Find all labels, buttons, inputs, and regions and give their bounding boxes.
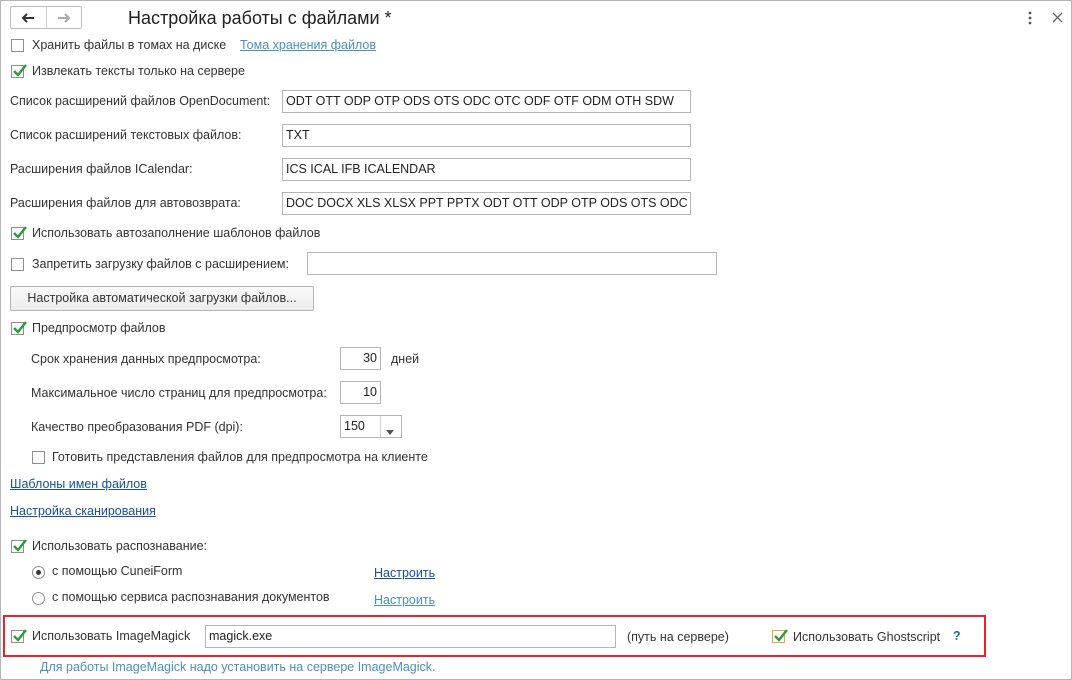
checkmark-icon — [774, 629, 788, 642]
page-title: Настройка работы с файлами * — [128, 8, 392, 28]
arrow-right-icon — [57, 12, 71, 23]
checkmark-icon — [13, 64, 27, 77]
preview-label: Предпросмотр файлов — [32, 321, 166, 335]
close-icon — [1052, 12, 1063, 23]
ical-ext-label: Расширения файлов ICalendar: — [10, 162, 193, 176]
retention-input[interactable]: 30 — [340, 347, 381, 370]
name-templates-link[interactable]: Шаблоны имен файлов — [10, 477, 147, 491]
server-path-note: (путь на сервере) — [627, 630, 729, 644]
volumes-link[interactable]: Тома хранения файлов — [240, 38, 376, 52]
autoreturn-ext-label: Расширения файлов для автовозврата: — [10, 196, 241, 210]
radio-dot — [36, 570, 41, 575]
max-pages-input[interactable]: 10 — [340, 381, 381, 404]
text-ext-input[interactable]: TXT — [282, 124, 691, 147]
text-ext-label: Список расширений текстовых файлов: — [10, 128, 242, 142]
checkmark-icon — [13, 629, 27, 642]
autofill-templates-label: Использовать автозаполнение шаблонов фай… — [32, 226, 321, 240]
auto-upload-settings-button[interactable]: Настройка автоматической загрузки файлов… — [10, 286, 314, 311]
service-configure-link[interactable]: Настроить — [374, 593, 435, 607]
extract-text-label: Извлекать тексты только на сервере — [32, 64, 245, 78]
ghostscript-label: Использовать Ghostscript — [793, 630, 941, 644]
help-icon[interactable]: ? — [953, 629, 961, 643]
imagemagick-label: Использовать ImageMagick — [32, 629, 191, 643]
pdf-quality-label: Качество преобразования PDF (dpi): — [31, 420, 243, 434]
preview-checkbox[interactable] — [11, 321, 27, 335]
od-ext-input[interactable]: ODT OTT ODP OTP ODS OTS ODC OTC ODF OTF … — [282, 90, 691, 113]
more-vertical-icon — [1028, 11, 1032, 25]
ghostscript-checkbox[interactable] — [772, 629, 788, 643]
service-label: с помощью сервиса распознавания документ… — [52, 590, 330, 604]
checkmark-icon — [13, 321, 27, 334]
nav-buttons — [10, 6, 82, 29]
store-in-volumes-checkbox[interactable] — [11, 39, 24, 52]
recognition-label: Использовать распознавание: — [32, 539, 207, 553]
od-ext-label: Список расширений файлов OpenDocument: — [10, 94, 271, 108]
retention-unit: дней — [391, 352, 420, 366]
retention-label: Срок хранения данных предпросмотра: — [31, 352, 261, 366]
autofill-templates-checkbox[interactable] — [11, 226, 27, 240]
extract-text-checkbox[interactable] — [11, 64, 27, 78]
more-menu-button[interactable] — [1025, 10, 1035, 29]
service-radio[interactable] — [32, 592, 45, 605]
store-in-volumes-label: Хранить файлы в томах на диске — [32, 38, 227, 52]
forbid-upload-label: Запретить загрузку файлов с расширением: — [32, 257, 289, 271]
select-divider — [380, 416, 381, 437]
cuneiform-radio[interactable] — [32, 566, 45, 579]
recognition-checkbox[interactable] — [11, 539, 27, 553]
cuneiform-configure-link[interactable]: Настроить — [374, 566, 435, 580]
ical-ext-input[interactable]: ICS ICAL IFB ICALENDAR — [282, 158, 691, 181]
imagemagick-note: Для работы ImageMagick надо установить н… — [40, 660, 436, 674]
scan-settings-link[interactable]: Настройка сканирования — [10, 504, 156, 518]
forbid-upload-checkbox[interactable] — [11, 258, 24, 271]
cuneiform-label: с помощью CuneiForm — [52, 564, 183, 578]
client-preview-checkbox[interactable] — [32, 451, 45, 464]
max-pages-label: Максимальное число страниц для предпросм… — [31, 386, 327, 400]
arrow-left-icon — [21, 12, 35, 23]
checkmark-icon — [13, 226, 27, 239]
dropdown-arrow-icon[interactable] — [386, 424, 394, 438]
forbid-upload-input[interactable] — [307, 252, 717, 275]
forward-button[interactable] — [47, 7, 82, 28]
imagemagick-checkbox[interactable] — [11, 629, 27, 643]
back-button[interactable] — [11, 7, 47, 28]
client-preview-label: Готовить представления файлов для предпр… — [52, 450, 428, 464]
autoreturn-ext-input[interactable]: DOC DOCX XLS XLSX PPT PPTX ODT OTT ODP O… — [282, 192, 691, 215]
imagemagick-path-input[interactable]: magick.exe — [205, 625, 616, 648]
pdf-quality-value: 150 — [344, 419, 365, 433]
close-button[interactable] — [1052, 12, 1063, 26]
checkmark-icon — [13, 539, 27, 552]
